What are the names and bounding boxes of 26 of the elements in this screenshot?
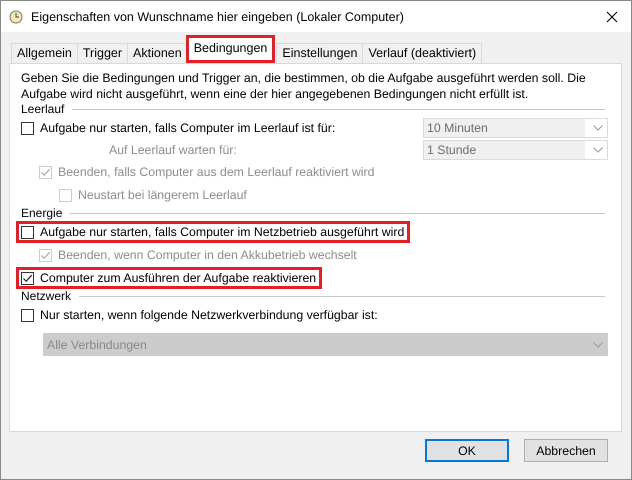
description: Geben Sie die Bedingungen und Trigger an, die bestimmen, ob die Aufgabe ausgeführt werden soll. Die Aufgabe wird nicht ausgeführt, wenn eine der hier angegebenen Bedingungen nicht erfüllt ist. (20, 70, 587, 102)
checkbox[interactable] (21, 226, 34, 238)
tab[interactable]: Allgemein (11, 43, 78, 63)
clock-icon (9, 10, 23, 24)
field-label: Auf Leerlauf warten für: (109, 143, 237, 157)
tab[interactable]: Einstellungen (276, 43, 364, 63)
chevron-down-icon (593, 125, 603, 131)
dialog-button[interactable]: Abbrechen (524, 439, 608, 462)
checkbox-label[interactable]: Nur starten, wenn folgende Netzwerkverbindung verfügbar ist: (40, 308, 378, 322)
checkbox-label[interactable]: Computer zum Ausführen der Aufgabe reaktivieren (40, 271, 316, 285)
tab[interactable]: Trigger (76, 43, 128, 63)
section-heading: Leerlauf (20, 102, 64, 116)
chevron-down-icon (593, 147, 603, 153)
checkbox[interactable] (21, 122, 34, 134)
close-icon[interactable] (606, 10, 618, 22)
checkbox-label[interactable]: Aufgabe nur starten, falls Computer im Leerlauf ist für: (40, 121, 336, 135)
dialog-button[interactable]: OK (425, 439, 509, 462)
checkbox[interactable] (21, 308, 34, 322)
tab[interactable]: Bedingungen (186, 35, 276, 63)
checkbox[interactable] (21, 272, 34, 284)
tab[interactable]: Verlauf (deaktiviert) (362, 43, 482, 63)
chevron-down-icon (593, 342, 603, 348)
window-title: Eigenschaften von Wunschname hier eingeben (Lokaler Computer) (31, 10, 405, 24)
section-heading: Energie (20, 206, 62, 220)
checkbox-label[interactable]: Aufgabe nur starten, falls Computer im Netzbetrieb ausgeführt wird (40, 225, 404, 239)
section-heading: Netzwerk (20, 289, 72, 303)
